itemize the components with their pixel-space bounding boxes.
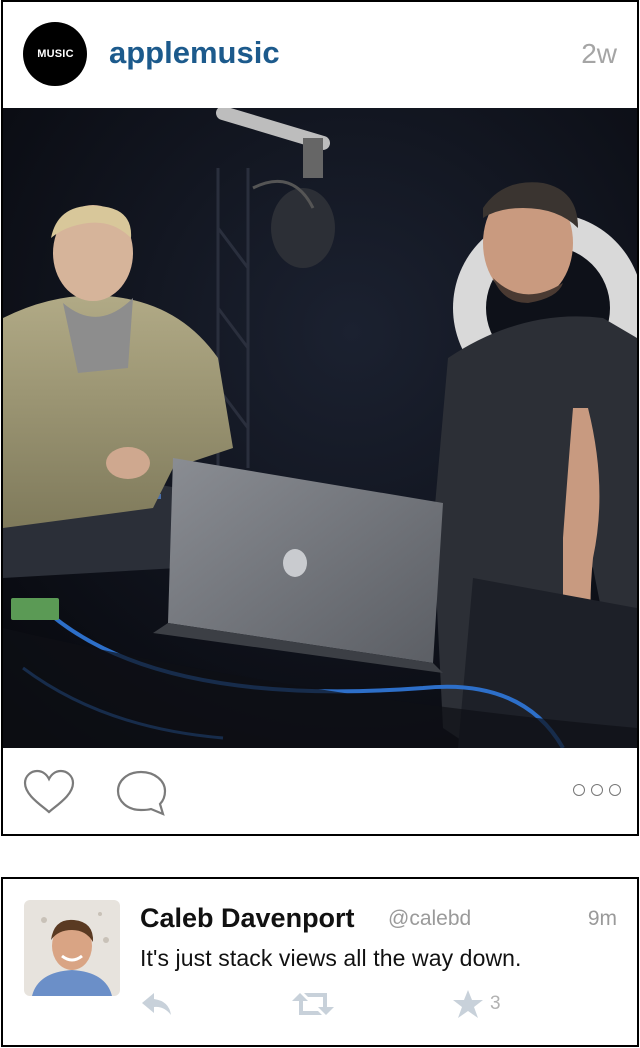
- reply-icon[interactable]: [140, 989, 174, 1024]
- profile-avatar[interactable]: MUSIC: [23, 22, 87, 86]
- instagram-post-card: MUSIC applemusic 2w: [1, 0, 639, 836]
- post-photo[interactable]: [3, 108, 637, 748]
- dot: [573, 784, 585, 796]
- tweet-text: It's just stack views all the way down.: [140, 945, 522, 971]
- post-age: 2w: [581, 38, 617, 69]
- tweet-actions: 3: [140, 989, 620, 1023]
- star-icon: [453, 990, 483, 1018]
- post-actions: [3, 748, 637, 834]
- tweet-author-handle[interactable]: @calebd: [388, 907, 471, 931]
- username-link[interactable]: applemusic: [109, 35, 280, 71]
- favorite-count: 3: [490, 993, 501, 1014]
- retweet-icon[interactable]: [292, 989, 334, 1024]
- comment-icon[interactable]: [115, 768, 171, 823]
- dot: [591, 784, 603, 796]
- tweet-card: Caleb Davenport @calebd 9m It's just sta…: [1, 877, 639, 1047]
- dot: [609, 784, 621, 796]
- favorite-button[interactable]: 3: [452, 989, 501, 1019]
- avatar-text: MUSIC: [37, 48, 74, 60]
- tweet-timestamp: 9m: [587, 907, 617, 930]
- tweet-avatar[interactable]: [24, 900, 120, 996]
- tweet-author-name[interactable]: Caleb Davenport: [140, 903, 355, 934]
- more-dots-icon[interactable]: [573, 784, 621, 796]
- post-header: MUSIC applemusic 2w: [3, 2, 637, 108]
- heart-icon[interactable]: [21, 768, 77, 821]
